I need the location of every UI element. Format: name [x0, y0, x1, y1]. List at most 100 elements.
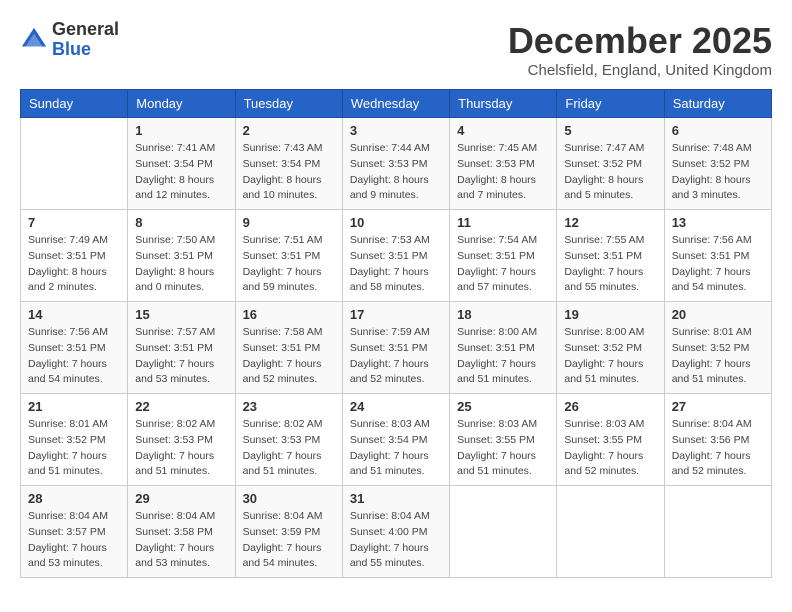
day-info: Sunrise: 7:47 AMSunset: 3:52 PMDaylight:… — [564, 141, 656, 204]
calendar-cell — [21, 118, 128, 210]
day-info: Sunrise: 7:54 AMSunset: 3:51 PMDaylight:… — [457, 233, 549, 296]
day-info: Sunrise: 7:43 AMSunset: 3:54 PMDaylight:… — [243, 141, 335, 204]
calendar-cell: 7Sunrise: 7:49 AMSunset: 3:51 PMDaylight… — [21, 210, 128, 302]
logo-text: General Blue — [52, 20, 119, 60]
day-number: 20 — [672, 307, 764, 322]
day-info: Sunrise: 8:04 AMSunset: 3:59 PMDaylight:… — [243, 509, 335, 572]
calendar-week-row: 14 Sunrise: 7:56 AMSunset: 3:51 PMDayligh… — [21, 302, 772, 394]
calendar-cell: 25Sunrise: 8:03 AMSunset: 3:55 PMDayligh… — [450, 394, 557, 486]
calendar-cell: 3 Sunrise: 7:44 AMSunset: 3:53 PMDaylight… — [342, 118, 449, 210]
day-of-week-header: Thursday — [450, 90, 557, 118]
day-number: 9 — [243, 215, 335, 230]
day-number: 1 — [135, 123, 227, 138]
calendar-cell: 27 Sunrise: 8:04 AMSunset: 3:56 PMDayligh… — [664, 394, 771, 486]
day-number: 30 — [243, 491, 335, 506]
day-number: 3 — [350, 123, 442, 138]
day-info: Sunrise: 8:00 AMSunset: 3:52 PMDaylight:… — [564, 325, 656, 388]
calendar-cell: 30 Sunrise: 8:04 AMSunset: 3:59 PMDayligh… — [235, 486, 342, 578]
day-number: 21 — [28, 399, 120, 414]
day-number: 23 — [243, 399, 335, 414]
day-info: Sunrise: 8:04 AMSunset: 3:58 PMDaylight:… — [135, 509, 227, 572]
logo: General Blue — [20, 20, 119, 60]
day-number: 14 — [28, 307, 120, 322]
day-info: Sunrise: 7:51 AMSunset: 3:51 PMDaylight:… — [243, 233, 335, 296]
day-number: 10 — [350, 215, 442, 230]
day-info: Sunrise: 8:02 AMSunset: 3:53 PMDaylight:… — [243, 417, 335, 480]
calendar-cell: 4Sunrise: 7:45 AMSunset: 3:53 PMDaylight… — [450, 118, 557, 210]
day-number: 25 — [457, 399, 549, 414]
day-number: 12 — [564, 215, 656, 230]
day-info: Sunrise: 7:59 AMSunset: 3:51 PMDaylight:… — [350, 325, 442, 388]
month-title: December 2025 — [508, 20, 772, 62]
calendar-table: SundayMondayTuesdayWednesdayThursdayFrid… — [20, 89, 772, 578]
day-number: 26 — [564, 399, 656, 414]
day-info: Sunrise: 8:03 AMSunset: 3:54 PMDaylight:… — [350, 417, 442, 480]
calendar-week-row: 28Sunrise: 8:04 AMSunset: 3:57 PMDayligh… — [21, 486, 772, 578]
day-number: 15 — [135, 307, 227, 322]
calendar-cell: 11 Sunrise: 7:54 AMSunset: 3:51 PMDayligh… — [450, 210, 557, 302]
day-info: Sunrise: 7:41 AMSunset: 3:54 PMDaylight:… — [135, 141, 227, 204]
day-info: Sunrise: 7:44 AMSunset: 3:53 PMDaylight:… — [350, 141, 442, 204]
day-number: 13 — [672, 215, 764, 230]
day-of-week-header: Saturday — [664, 90, 771, 118]
day-of-week-header: Monday — [128, 90, 235, 118]
day-number: 18 — [457, 307, 549, 322]
calendar-cell — [450, 486, 557, 578]
day-number: 2 — [243, 123, 335, 138]
calendar-week-row: 7Sunrise: 7:49 AMSunset: 3:51 PMDaylight… — [21, 210, 772, 302]
calendar-cell: 24 Sunrise: 8:03 AMSunset: 3:54 PMDayligh… — [342, 394, 449, 486]
day-info: Sunrise: 8:01 AMSunset: 3:52 PMDaylight:… — [28, 417, 120, 480]
day-info: Sunrise: 7:50 AMSunset: 3:51 PMDaylight:… — [135, 233, 227, 296]
day-number: 24 — [350, 399, 442, 414]
day-number: 19 — [564, 307, 656, 322]
day-info: Sunrise: 7:56 AMSunset: 3:51 PMDaylight:… — [672, 233, 764, 296]
day-info: Sunrise: 8:00 AMSunset: 3:51 PMDaylight:… — [457, 325, 549, 388]
day-info: Sunrise: 7:57 AMSunset: 3:51 PMDaylight:… — [135, 325, 227, 388]
calendar-cell: 10Sunrise: 7:53 AMSunset: 3:51 PMDayligh… — [342, 210, 449, 302]
title-block: December 2025 Chelsfield, England, Unite… — [508, 20, 772, 79]
calendar-week-row: 1 Sunrise: 7:41 AMSunset: 3:54 PMDaylight… — [21, 118, 772, 210]
day-info: Sunrise: 7:48 AMSunset: 3:52 PMDaylight:… — [672, 141, 764, 204]
calendar-cell — [557, 486, 664, 578]
calendar-cell: 17 Sunrise: 7:59 AMSunset: 3:51 PMDayligh… — [342, 302, 449, 394]
day-number: 6 — [672, 123, 764, 138]
calendar-cell: 2 Sunrise: 7:43 AMSunset: 3:54 PMDaylight… — [235, 118, 342, 210]
day-number: 22 — [135, 399, 227, 414]
day-info: Sunrise: 7:56 AMSunset: 3:51 PMDaylight:… — [28, 325, 120, 388]
day-number: 27 — [672, 399, 764, 414]
day-number: 4 — [457, 123, 549, 138]
day-number: 29 — [135, 491, 227, 506]
day-of-week-header: Sunday — [21, 90, 128, 118]
day-info: Sunrise: 8:04 AMSunset: 4:00 PMDaylight:… — [350, 509, 442, 572]
calendar-cell: 9 Sunrise: 7:51 AMSunset: 3:51 PMDaylight… — [235, 210, 342, 302]
day-info: Sunrise: 7:55 AMSunset: 3:51 PMDaylight:… — [564, 233, 656, 296]
calendar-cell: 8Sunrise: 7:50 AMSunset: 3:51 PMDaylight… — [128, 210, 235, 302]
calendar-cell: 12 Sunrise: 7:55 AMSunset: 3:51 PMDayligh… — [557, 210, 664, 302]
calendar-cell: 29 Sunrise: 8:04 AMSunset: 3:58 PMDayligh… — [128, 486, 235, 578]
day-info: Sunrise: 7:58 AMSunset: 3:51 PMDaylight:… — [243, 325, 335, 388]
calendar-cell: 23 Sunrise: 8:02 AMSunset: 3:53 PMDayligh… — [235, 394, 342, 486]
page-header: General Blue December 2025 Chelsfield, E… — [20, 20, 772, 79]
day-number: 17 — [350, 307, 442, 322]
day-of-week-header: Wednesday — [342, 90, 449, 118]
calendar-cell: 13 Sunrise: 7:56 AMSunset: 3:51 PMDayligh… — [664, 210, 771, 302]
day-info: Sunrise: 8:04 AMSunset: 3:56 PMDaylight:… — [672, 417, 764, 480]
calendar-cell: 26 Sunrise: 8:03 AMSunset: 3:55 PMDayligh… — [557, 394, 664, 486]
calendar-cell: 1 Sunrise: 7:41 AMSunset: 3:54 PMDaylight… — [128, 118, 235, 210]
calendar-week-row: 21 Sunrise: 8:01 AMSunset: 3:52 PMDayligh… — [21, 394, 772, 486]
calendar-cell: 28Sunrise: 8:04 AMSunset: 3:57 PMDayligh… — [21, 486, 128, 578]
day-number: 11 — [457, 215, 549, 230]
day-info: Sunrise: 8:02 AMSunset: 3:53 PMDaylight:… — [135, 417, 227, 480]
calendar-cell: 21 Sunrise: 8:01 AMSunset: 3:52 PMDayligh… — [21, 394, 128, 486]
day-info: Sunrise: 7:49 AMSunset: 3:51 PMDaylight:… — [28, 233, 120, 296]
calendar-cell: 22 Sunrise: 8:02 AMSunset: 3:53 PMDayligh… — [128, 394, 235, 486]
calendar-cell: 5Sunrise: 7:47 AMSunset: 3:52 PMDaylight… — [557, 118, 664, 210]
day-number: 28 — [28, 491, 120, 506]
calendar-cell — [664, 486, 771, 578]
calendar-cell: 19 Sunrise: 8:00 AMSunset: 3:52 PMDayligh… — [557, 302, 664, 394]
logo-icon — [20, 26, 48, 54]
day-of-week-header: Tuesday — [235, 90, 342, 118]
day-number: 16 — [243, 307, 335, 322]
day-info: Sunrise: 8:03 AMSunset: 3:55 PMDaylight:… — [564, 417, 656, 480]
day-of-week-header: Friday — [557, 90, 664, 118]
